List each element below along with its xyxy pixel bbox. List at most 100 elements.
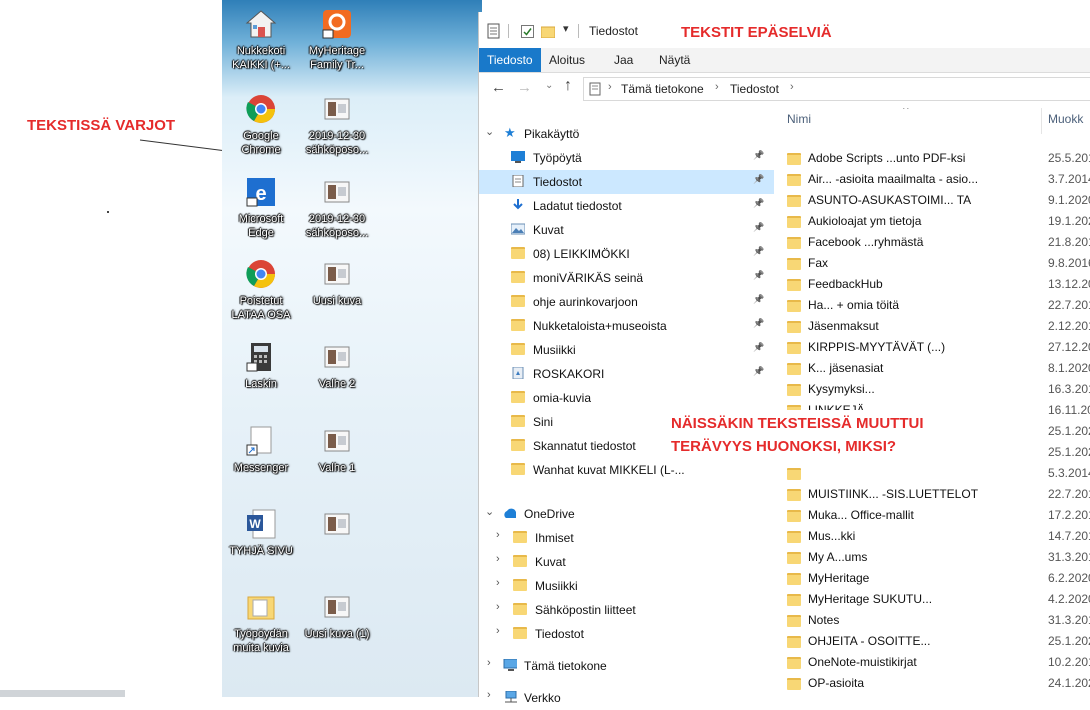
chevron-right-icon[interactable]: › xyxy=(496,625,500,637)
file-row[interactable]: Air... -asioita maailmalta - asio... 3.7.… xyxy=(775,169,1090,190)
pin-icon[interactable]: 📌 xyxy=(753,318,764,329)
ribbon-tab[interactable]: Näytä xyxy=(651,48,698,72)
pin-icon[interactable]: 📌 xyxy=(753,174,764,185)
quick-access-dropdown-icon[interactable]: ▾ xyxy=(563,22,569,35)
pin-icon[interactable]: 📌 xyxy=(753,150,764,161)
properties-quick-icon[interactable] xyxy=(521,25,534,38)
desktop-icon-item[interactable]: Työpöydän muita kuvia xyxy=(222,591,300,655)
file-row[interactable]: ASUNTO-ASUKASTOIMI... TA 9.1.2020 xyxy=(775,190,1090,211)
pin-icon[interactable]: 📌 xyxy=(753,222,764,233)
column-date-header[interactable]: Muokk xyxy=(1048,112,1083,126)
file-row[interactable]: Notes 31.3.201 xyxy=(775,610,1090,631)
column-divider[interactable] xyxy=(1041,108,1042,134)
desktop-icon-item[interactable] xyxy=(298,508,376,544)
file-row[interactable]: Fax 9.8.2016 xyxy=(775,253,1090,274)
nav-onedrive-item[interactable]: › Ihmiset xyxy=(479,526,774,550)
ribbon-tab[interactable]: Aloitus xyxy=(541,48,593,72)
nav-quick-item[interactable]: Ladatut tiedostot 📌 xyxy=(479,194,774,218)
file-row[interactable]: Kysymyksi... 16.3.201 xyxy=(775,379,1090,400)
pin-icon[interactable]: 📌 xyxy=(753,366,764,377)
nav-network[interactable]: › Verkko xyxy=(479,686,774,710)
file-row[interactable]: Adobe Scripts ...unto PDF-ksi 25.5.201 xyxy=(775,148,1090,169)
nav-onedrive-item[interactable]: › Kuvat xyxy=(479,550,774,574)
file-row[interactable]: Mus...kki 14.7.201 xyxy=(775,526,1090,547)
desktop-icon-item[interactable]: Google Chrome xyxy=(222,93,300,157)
file-row[interactable]: MyHeritage SUKUTU... 4.2.2020 xyxy=(775,589,1090,610)
nav-quick-access[interactable]: ⌄ ★ Pikakäyttö xyxy=(479,122,774,146)
desktop-icon-item[interactable]: Laskin xyxy=(222,341,300,391)
file-row[interactable]: 5.3.2014 xyxy=(775,463,1090,484)
file-row[interactable]: K... jäsenasiat 8.1.2020 xyxy=(775,358,1090,379)
nav-onedrive-item[interactable]: › Sähköpostin liitteet xyxy=(479,598,774,622)
file-row[interactable]: MyHeritage 6.2.2020 xyxy=(775,568,1090,589)
chevron-down-icon[interactable]: ⌄ xyxy=(485,125,494,138)
desktop-icon-item[interactable]: W TYHJÄ SIVU xyxy=(222,508,300,558)
file-name: Ha... + omia töitä xyxy=(808,298,900,312)
chevron-down-icon[interactable]: ⌄ xyxy=(485,505,494,518)
pin-icon[interactable]: 📌 xyxy=(753,342,764,353)
file-row[interactable]: Facebook ...ryhmästä 21.8.201 xyxy=(775,232,1090,253)
nav-quick-item[interactable]: omia-kuvia xyxy=(479,386,774,410)
breadcrumb-this-pc[interactable]: Tämä tietokone xyxy=(621,82,704,96)
nav-quick-item[interactable]: Musiikki 📌 xyxy=(479,338,774,362)
ribbon-tab[interactable]: Tiedosto xyxy=(479,48,541,72)
pin-icon[interactable]: 📌 xyxy=(753,198,764,209)
nav-quick-item[interactable]: Kuvat 📌 xyxy=(479,218,774,242)
file-row[interactable]: My A...ums 31.3.201 xyxy=(775,547,1090,568)
myheritage-icon xyxy=(321,8,353,40)
desktop-icon-item[interactable]: e Microsoft Edge xyxy=(222,176,300,240)
forward-arrow-icon[interactable]: → xyxy=(517,79,532,96)
nav-quick-item[interactable]: ohje aurinkovarjoon 📌 xyxy=(479,290,774,314)
desktop-icon-item[interactable]: Uusi kuva xyxy=(298,258,376,308)
file-row[interactable]: Muka... Office-mallit 17.2.201 xyxy=(775,505,1090,526)
recent-locations-icon[interactable]: ⌄ xyxy=(545,80,553,91)
new-folder-quick-icon[interactable] xyxy=(541,25,555,38)
desktop-icon-item[interactable]: Poistetut LATAA OSA xyxy=(222,258,300,322)
chevron-right-icon[interactable]: › xyxy=(496,577,500,589)
nav-onedrive-item[interactable]: › Tiedostot xyxy=(479,622,774,646)
nav-quick-item[interactable]: ROSKAKORI 📌 xyxy=(479,362,774,386)
file-row[interactable]: OHJEITA - OSOITTE... 25.1.202 xyxy=(775,631,1090,652)
ribbon-tab[interactable]: Jaa xyxy=(606,48,641,72)
up-arrow-icon[interactable]: ↑ xyxy=(564,77,572,95)
pin-icon[interactable]: 📌 xyxy=(753,294,764,305)
desktop-icon-item[interactable]: Valhe 1 xyxy=(298,425,376,475)
nav-this-pc[interactable]: › Tämä tietokone xyxy=(479,654,774,678)
back-arrow-icon[interactable]: ← xyxy=(491,79,506,96)
desktop-icon-item[interactable]: Valhe 2 xyxy=(298,341,376,391)
file-date: 19.1.202 xyxy=(1048,214,1090,228)
address-box[interactable]: › Tämä tietokone › Tiedostot › xyxy=(583,77,1090,101)
chevron-right-icon[interactable]: › xyxy=(487,689,491,701)
desktop-icon-item[interactable]: Nukkekoti KAIKKI (+... xyxy=(222,8,300,72)
desktop-icon-item[interactable]: 2019-12-30 sähköposo... xyxy=(298,176,376,240)
file-row[interactable]: OneNote-muistikirjat 10.2.201 xyxy=(775,652,1090,673)
chevron-right-icon[interactable]: › xyxy=(496,601,500,613)
image-file-icon xyxy=(321,425,353,457)
annotation-arrow-line xyxy=(139,139,259,156)
file-row[interactable]: OP-asioita 24.1.202 xyxy=(775,673,1090,694)
desktop-icon-item[interactable]: MyHeritage Family Tr... xyxy=(298,8,376,72)
file-row[interactable]: Ha... + omia töitä 22.7.201 xyxy=(775,295,1090,316)
file-row[interactable]: Jäsenmaksut 2.12.201 xyxy=(775,316,1090,337)
file-row[interactable]: Aukioloajat ym tietoja 19.1.202 xyxy=(775,211,1090,232)
desktop-icon-item[interactable]: Messenger xyxy=(222,425,300,475)
nav-quick-item[interactable]: Työpöytä 📌 xyxy=(479,146,774,170)
chevron-right-icon[interactable]: › xyxy=(496,529,500,541)
nav-quick-item[interactable]: Nukketaloista+museoista 📌 xyxy=(479,314,774,338)
file-row[interactable]: KIRPPIS-MYYTÄVÄT (...) 27.12.20 xyxy=(775,337,1090,358)
file-row[interactable]: MUISTIINK... -SIS.LUETTELOT 22.7.201 xyxy=(775,484,1090,505)
breadcrumb-documents[interactable]: Tiedostot xyxy=(730,82,779,96)
chevron-right-icon[interactable]: › xyxy=(487,657,491,669)
nav-onedrive-item[interactable]: › Musiikki xyxy=(479,574,774,598)
file-row[interactable]: FeedbackHub 13.12.20 xyxy=(775,274,1090,295)
pin-icon[interactable]: 📌 xyxy=(753,270,764,281)
desktop-icon-item[interactable]: 2019-12-30 sähköposo... xyxy=(298,93,376,157)
nav-onedrive[interactable]: ⌄ OneDrive xyxy=(479,502,774,526)
nav-quick-item[interactable]: 08) LEIKKIMÖKKI 📌 xyxy=(479,242,774,266)
desktop-icon-item[interactable]: Uusi kuva (1) xyxy=(298,591,376,641)
column-name-header[interactable]: Nimi xyxy=(787,112,811,126)
chevron-right-icon[interactable]: › xyxy=(496,553,500,565)
nav-quick-item[interactable]: Tiedostot 📌 xyxy=(479,170,774,194)
nav-quick-item[interactable]: moniVÄRIKÄS seinä 📌 xyxy=(479,266,774,290)
pin-icon[interactable]: 📌 xyxy=(753,246,764,257)
